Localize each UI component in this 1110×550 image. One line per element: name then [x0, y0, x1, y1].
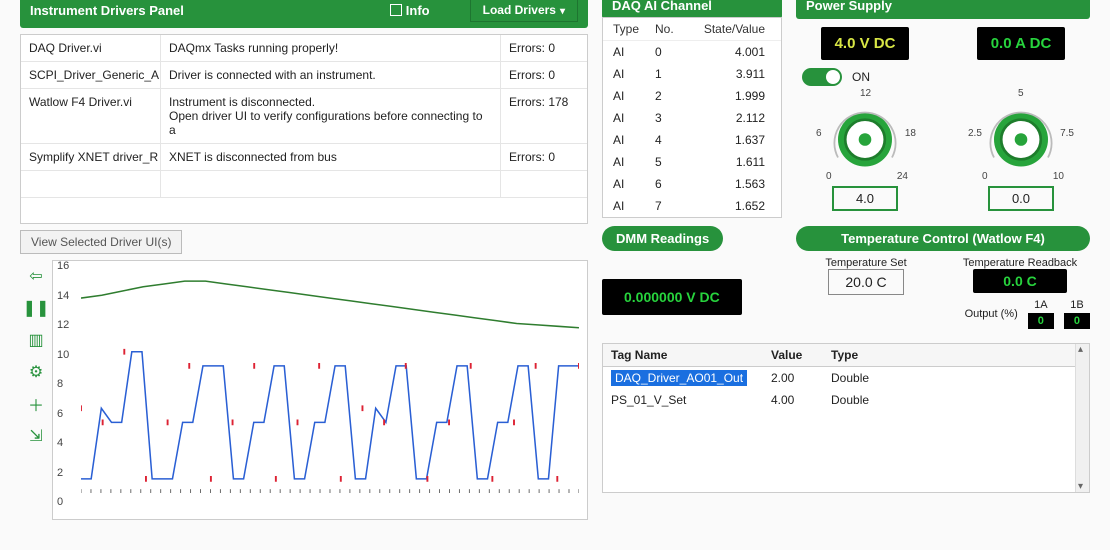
driver-row[interactable]: Symplify XNET driver_RXNET is disconnect… [21, 144, 587, 171]
chart-ytick: 14 [57, 290, 69, 302]
dmm-display: 0.000000 V DC [602, 279, 742, 315]
temp-set-input[interactable]: 20.0 C [828, 269, 903, 295]
tag-row[interactable]: PS_01_V_Set4.00Double [603, 389, 1089, 411]
drivers-panel-header: Instrument Drivers Panel Info Load Drive… [20, 0, 588, 28]
tag-col-name: Tag Name [603, 344, 763, 366]
temp-output-1b: 0 [1064, 313, 1090, 329]
temp-set-label: Temperature Set [796, 257, 936, 269]
temp-header: Temperature Control (Watlow F4) [796, 226, 1090, 251]
ps-current-set[interactable]: 0.0 [988, 186, 1054, 211]
temp-readback-display: 0.0 C [973, 269, 1066, 293]
tag-scrollbar[interactable] [1075, 344, 1089, 492]
dmm-header: DMM Readings [602, 226, 723, 251]
driver-row[interactable]: Watlow F4 Driver.viInstrument is disconn… [21, 89, 587, 144]
drivers-panel-title: Instrument Drivers Panel [30, 3, 184, 18]
daq-table: Type No. State/Value AI04.001AI13.911AI2… [602, 17, 782, 218]
ps-on-switch[interactable] [802, 68, 842, 86]
ps-voltage-display: 4.0 V DC [821, 27, 910, 60]
daq-col-no: No. [655, 22, 695, 36]
daq-row: AI71.652 [603, 195, 781, 217]
oscilloscope-chart[interactable]: 0 2 4 6 8 10 12 14 16 [52, 260, 588, 520]
chart-add-icon[interactable]: ＋ [26, 394, 46, 414]
chart-ytick: 6 [57, 408, 63, 420]
daq-row: AI32.112 [603, 107, 781, 129]
ps-voltage-set[interactable]: 4.0 [832, 186, 898, 211]
chart-settings-icon[interactable]: ⚙ [26, 362, 46, 382]
chart-pause-icon[interactable]: ❚❚ [26, 298, 46, 318]
drivers-table[interactable]: DAQ Driver.viDAQmx Tasks running properl… [20, 34, 588, 224]
tag-col-value: Value [763, 344, 823, 366]
chart-ytick: 0 [57, 496, 63, 508]
tag-table[interactable]: Tag Name Value Type DAQ_Driver_AO01_Out2… [602, 343, 1090, 493]
daq-row: AI13.911 [603, 63, 781, 85]
ps-switch-label: ON [852, 70, 870, 84]
daq-col-type: Type [613, 22, 655, 36]
chevron-down-icon: ▾ [560, 6, 565, 17]
daq-row: AI61.563 [603, 173, 781, 195]
chart-ytick: 10 [57, 349, 69, 361]
tag-row[interactable]: DAQ_Driver_AO01_Out2.00Double [603, 367, 1089, 389]
daq-row: AI41.637 [603, 129, 781, 151]
chart-export-icon[interactable]: ⇲ [26, 426, 46, 446]
ps-current-display: 0.0 A DC [977, 27, 1066, 60]
ps-title: Power Supply [806, 0, 892, 13]
view-driver-ui-button[interactable]: View Selected Driver UI(s) [20, 230, 182, 254]
chart-ytick: 12 [57, 319, 69, 331]
daq-row: AI04.001 [603, 41, 781, 63]
driver-row[interactable]: DAQ Driver.viDAQmx Tasks running properl… [21, 35, 587, 62]
tag-col-type: Type [823, 344, 1089, 366]
driver-row[interactable]: SCPI_Driver_Generic_A.Driver is connecte… [21, 62, 587, 89]
chart-ytick: 16 [57, 260, 69, 272]
chart-grid-icon[interactable]: ▥ [26, 330, 46, 350]
daq-row: AI51.611 [603, 151, 781, 173]
info-checkbox[interactable]: Info [390, 3, 430, 18]
temp-readback-label: Temperature Readback [950, 257, 1090, 269]
ps-current-dial[interactable]: 2.5 5 7.5 0 10 [976, 90, 1066, 180]
chart-ytick: 4 [57, 437, 63, 449]
daq-col-state: State/Value [695, 22, 771, 36]
daq-row: AI21.999 [603, 85, 781, 107]
temp-output-label: Output (%) [965, 308, 1018, 320]
ps-voltage-dial[interactable]: 6 12 18 0 24 [820, 90, 910, 180]
load-drivers-button[interactable]: Load Drivers▾ [470, 0, 578, 22]
daq-title: DAQ AI Channel [612, 0, 712, 13]
chart-ytick: 8 [57, 378, 63, 390]
ps-panel-header: Power Supply [796, 0, 1090, 19]
chart-step-icon[interactable]: ⇦ [26, 266, 46, 286]
chart-ytick: 2 [57, 467, 63, 479]
temp-output-1a: 0 [1028, 313, 1054, 329]
